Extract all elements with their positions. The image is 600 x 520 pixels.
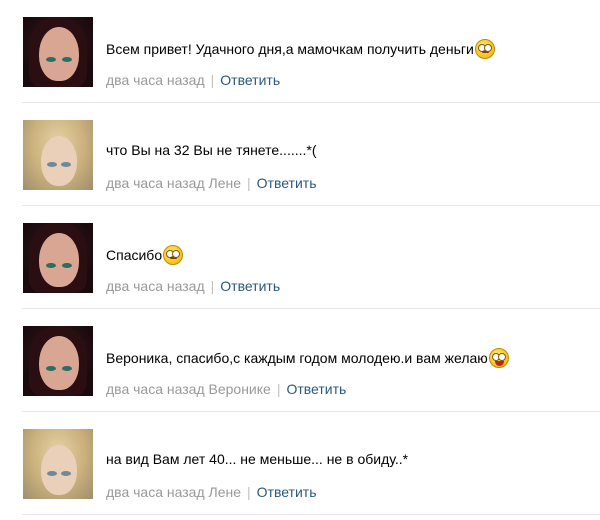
divider bbox=[22, 514, 600, 515]
avatar[interactable] bbox=[23, 120, 93, 190]
comment-time: два часа назад Веронике bbox=[106, 381, 271, 397]
comment-time: два часа назад bbox=[106, 278, 205, 294]
comment-item: Спасибо два часа назад | Ответить bbox=[0, 206, 600, 309]
rolling-eyes-emoji-icon bbox=[474, 39, 495, 59]
comment-text-row: что Вы на 32 Вы не тянете.......*( bbox=[106, 142, 317, 158]
separator: | bbox=[210, 72, 215, 88]
comment-text-row: Спасибо bbox=[106, 245, 184, 265]
reply-link[interactable]: Ответить bbox=[286, 381, 346, 397]
comment-text: на вид Вам лет 40... не меньше... не в о… bbox=[106, 451, 409, 467]
comment-item: что Вы на 32 Вы не тянете.......*( два ч… bbox=[0, 103, 600, 206]
separator: | bbox=[247, 484, 251, 500]
separator: | bbox=[276, 381, 281, 397]
reply-link[interactable]: Ответить bbox=[220, 72, 280, 88]
avatar[interactable] bbox=[23, 326, 93, 396]
comment-text: Вероника, спасибо,с каждым годом молодею… bbox=[106, 350, 488, 366]
comment-item: Вероника, спасибо,с каждым годом молодею… bbox=[0, 309, 600, 412]
comment-time: два часа назад Лене bbox=[106, 175, 241, 191]
wide-eyed-emoji-icon bbox=[488, 348, 509, 368]
comment-text: что Вы на 32 Вы не тянете.......*( bbox=[106, 142, 317, 158]
comment-item: Всем привет! Удачного дня,а мамочкам пол… bbox=[0, 0, 600, 103]
comment-text-row: Всем привет! Удачного дня,а мамочкам пол… bbox=[106, 39, 495, 59]
separator: | bbox=[210, 278, 215, 294]
rolling-eyes-emoji-icon bbox=[163, 245, 184, 265]
avatar[interactable] bbox=[23, 429, 93, 499]
comment-meta: два часа назад | Ответить bbox=[106, 72, 280, 88]
comment-time: два часа назад Лене bbox=[106, 484, 241, 500]
comment-text-row: Вероника, спасибо,с каждым годом молодею… bbox=[106, 348, 509, 368]
comment-meta: два часа назад | Ответить bbox=[106, 278, 280, 294]
comment-text-row: на вид Вам лет 40... не меньше... не в о… bbox=[106, 451, 408, 467]
reply-link[interactable]: Ответить bbox=[220, 278, 280, 294]
reply-link[interactable]: Ответить bbox=[257, 484, 317, 500]
reply-link[interactable]: Ответить bbox=[257, 175, 317, 191]
avatar[interactable] bbox=[23, 17, 93, 87]
avatar[interactable] bbox=[23, 223, 93, 293]
comment-time: два часа назад bbox=[106, 72, 205, 88]
comment-text: Всем привет! Удачного дня,а мамочкам пол… bbox=[106, 41, 474, 57]
separator: | bbox=[247, 175, 251, 191]
comment-item: на вид Вам лет 40... не меньше... не в о… bbox=[0, 412, 600, 515]
comment-meta: два часа назад Веронике | Ответить bbox=[106, 381, 346, 397]
comment-text: Спасибо bbox=[106, 247, 163, 263]
comment-meta: два часа назад Лене | Ответить bbox=[106, 484, 316, 500]
comment-meta: два часа назад Лене | Ответить bbox=[106, 175, 316, 191]
